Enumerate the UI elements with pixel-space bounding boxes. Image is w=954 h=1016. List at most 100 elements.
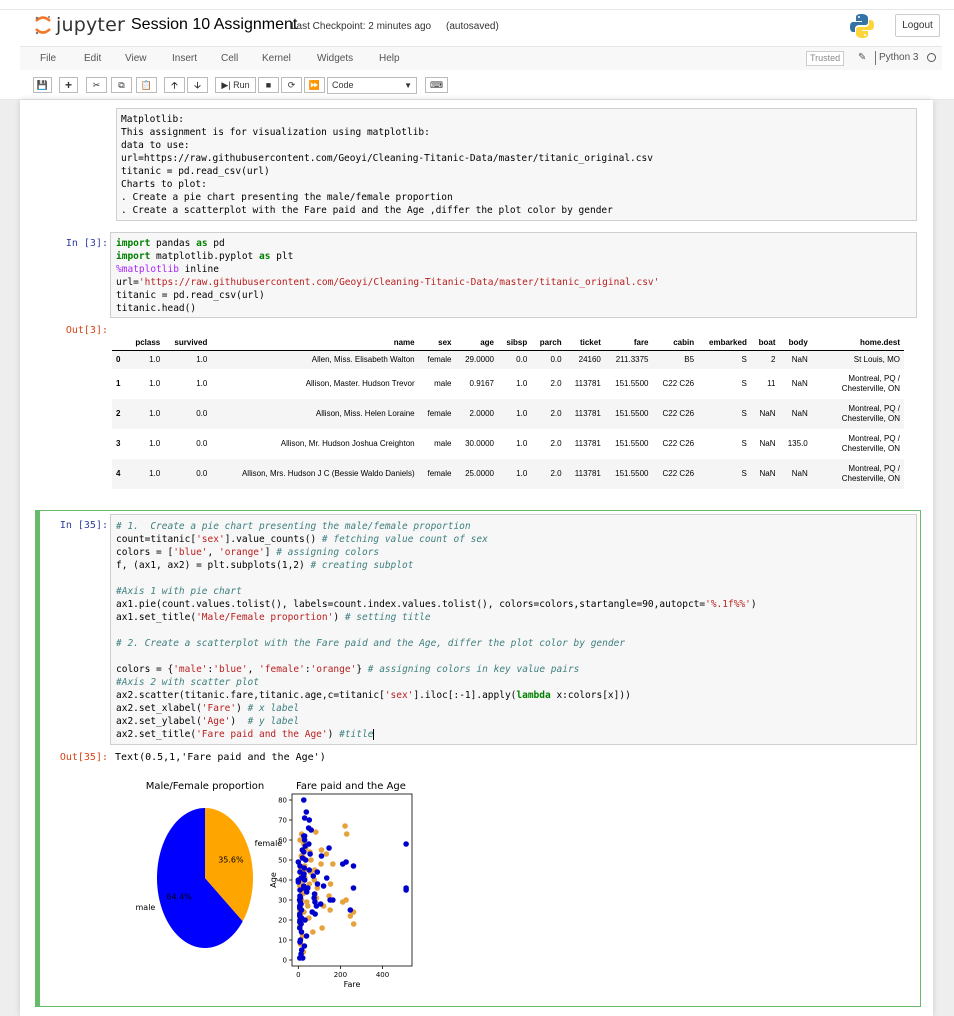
code-line: import matplotlib.pyplot as plt bbox=[116, 251, 294, 262]
restart-button[interactable]: ⟳ bbox=[281, 77, 302, 93]
menu-help[interactable]: Help bbox=[379, 53, 400, 64]
column-header: age bbox=[455, 336, 498, 351]
fast-forward-icon: ⏩ bbox=[308, 80, 321, 90]
table-cell: Montreal, PQ / Chesterville, ON bbox=[841, 374, 900, 393]
table-cell: NaN bbox=[791, 379, 808, 388]
scatter-point bbox=[302, 917, 308, 923]
menu-kernel[interactable]: Kernel bbox=[262, 53, 291, 64]
column-header: fare bbox=[604, 336, 653, 351]
move-up-button[interactable]: 🡡 bbox=[164, 77, 185, 93]
edit-pencil-icon[interactable]: ✎ bbox=[858, 52, 866, 63]
code-line: colors = ['blue', 'orange'] # assigning … bbox=[116, 547, 380, 558]
table-cell: Allison, Miss. Helen Loraine bbox=[211, 399, 419, 429]
scatter-point bbox=[343, 897, 349, 903]
logout-button[interactable]: Logout bbox=[895, 14, 940, 37]
y-tick-label: 30 bbox=[278, 897, 287, 905]
scatter-point bbox=[314, 881, 321, 887]
table-cell: 113781 bbox=[565, 459, 605, 489]
markdown-cell[interactable]: Matplotlib: This assignment is for visual… bbox=[116, 108, 917, 221]
table-cell: 0 bbox=[112, 350, 127, 369]
table-cell: NaN bbox=[750, 459, 780, 489]
code-cell-input[interactable]: import pandas as pd import matplotlib.py… bbox=[110, 232, 917, 318]
menu-edit[interactable]: Edit bbox=[84, 53, 101, 64]
restart-run-all-button[interactable]: ⏩ bbox=[304, 77, 325, 93]
table-cell: 0.0 bbox=[164, 459, 212, 489]
scatter-point bbox=[306, 867, 313, 873]
markdown-line: . Create a scatterplot with the Fare pai… bbox=[121, 205, 613, 216]
code-line: count=titanic['sex'].value_counts() # fe… bbox=[116, 534, 488, 545]
scatter-point bbox=[312, 899, 318, 905]
menu-widgets[interactable]: Widgets bbox=[317, 53, 353, 64]
table-cell: 113781 bbox=[574, 439, 601, 448]
jupyter-logo[interactable]: jupyter bbox=[34, 14, 125, 36]
notebook-name[interactable]: Session 10 Assignment bbox=[131, 16, 297, 34]
column-header: cabin bbox=[652, 336, 699, 351]
table-cell: 1.0 bbox=[498, 399, 532, 429]
scatter-point bbox=[308, 857, 314, 863]
table-row: 2 1.0 0.0 Allison, Miss. Helen Loraine femal… bbox=[112, 399, 904, 429]
x-tick-label: 200 bbox=[334, 971, 347, 979]
table-cell: NaN bbox=[750, 399, 780, 429]
scatter-point bbox=[299, 855, 306, 861]
menu-cell[interactable]: Cell bbox=[221, 53, 238, 64]
move-down-button[interactable]: 🡣 bbox=[187, 77, 208, 93]
table-cell: 2.0 bbox=[550, 379, 562, 388]
y-tick-label: 0 bbox=[283, 957, 287, 965]
cut-button[interactable]: ✂ bbox=[86, 77, 107, 93]
table-cell: male bbox=[434, 379, 452, 388]
scatter-point bbox=[323, 851, 330, 857]
table-cell: 25.0000 bbox=[455, 459, 498, 489]
table-cell: 3 bbox=[116, 439, 121, 448]
table-cell: 211.3375 bbox=[604, 350, 653, 369]
scatter-point bbox=[350, 885, 357, 891]
x-axis-label: Fare bbox=[344, 980, 361, 989]
scatter-point bbox=[300, 797, 307, 803]
pie-chart: male64.4%female35.6% bbox=[136, 808, 282, 948]
scatter-point bbox=[298, 875, 305, 881]
scatter-point bbox=[307, 851, 313, 857]
interrupt-button[interactable]: ■ bbox=[258, 77, 279, 93]
table-cell: 1 bbox=[116, 379, 121, 388]
paste-button[interactable]: 📋 bbox=[136, 77, 157, 93]
table-header-row: pclass survived name sex age sibsp parch ticket… bbox=[112, 336, 904, 351]
code-line: %matplotlib inline bbox=[116, 264, 219, 275]
table-cell: 1.0 bbox=[149, 379, 161, 388]
table-cell: Montreal, PQ / Chesterville, ON bbox=[811, 459, 904, 489]
table-cell: Montreal, PQ / Chesterville, ON bbox=[811, 399, 904, 429]
scatter-point bbox=[295, 859, 302, 865]
table-cell: 2.0000 bbox=[455, 399, 498, 429]
table-body: 0 1.0 1.0 Allen, Miss. Elisabeth Walton fema… bbox=[112, 350, 904, 489]
output-prompt: Out[35]: bbox=[59, 752, 108, 763]
table-cell: male bbox=[434, 439, 452, 448]
scatter-point bbox=[302, 843, 309, 849]
trusted-indicator[interactable]: Trusted bbox=[806, 51, 845, 66]
menu-file[interactable]: File bbox=[40, 53, 56, 64]
input-prompt: In [35]: bbox=[59, 520, 108, 531]
menu-view[interactable]: View bbox=[125, 53, 147, 64]
code-cell-input[interactable]: # 1. Create a pie chart presenting the m… bbox=[110, 514, 917, 745]
scatter-point bbox=[303, 933, 310, 939]
cell-type-select[interactable]: Code ▼ bbox=[327, 77, 417, 94]
menu-insert[interactable]: Insert bbox=[172, 53, 197, 64]
insert-cell-button[interactable]: + bbox=[59, 77, 78, 93]
scatter-point bbox=[318, 847, 325, 853]
column-header: embarked bbox=[698, 336, 751, 351]
table-cell: NaN bbox=[779, 399, 812, 429]
table-cell: 0.9167 bbox=[469, 379, 494, 388]
table-cell: 0.0 bbox=[531, 350, 566, 369]
scatter-point bbox=[310, 873, 317, 879]
table-cell: 0.0 bbox=[164, 399, 212, 429]
run-button[interactable]: ▶| Run bbox=[215, 77, 256, 93]
table-cell: Allen, Miss. Elisabeth Walton bbox=[211, 350, 419, 369]
markdown-line: data to use: bbox=[121, 140, 190, 151]
command-palette-button[interactable]: ⌨ bbox=[425, 77, 448, 93]
copy-button[interactable]: ⧉ bbox=[111, 77, 132, 93]
save-button[interactable]: 💾 bbox=[33, 77, 52, 93]
scatter-point bbox=[323, 875, 330, 881]
scatter-point bbox=[301, 833, 308, 839]
table-cell: 1.0 bbox=[126, 459, 165, 489]
output-prompt: Out[3]: bbox=[65, 325, 108, 336]
pie-title: Male/Female proportion bbox=[146, 781, 264, 792]
